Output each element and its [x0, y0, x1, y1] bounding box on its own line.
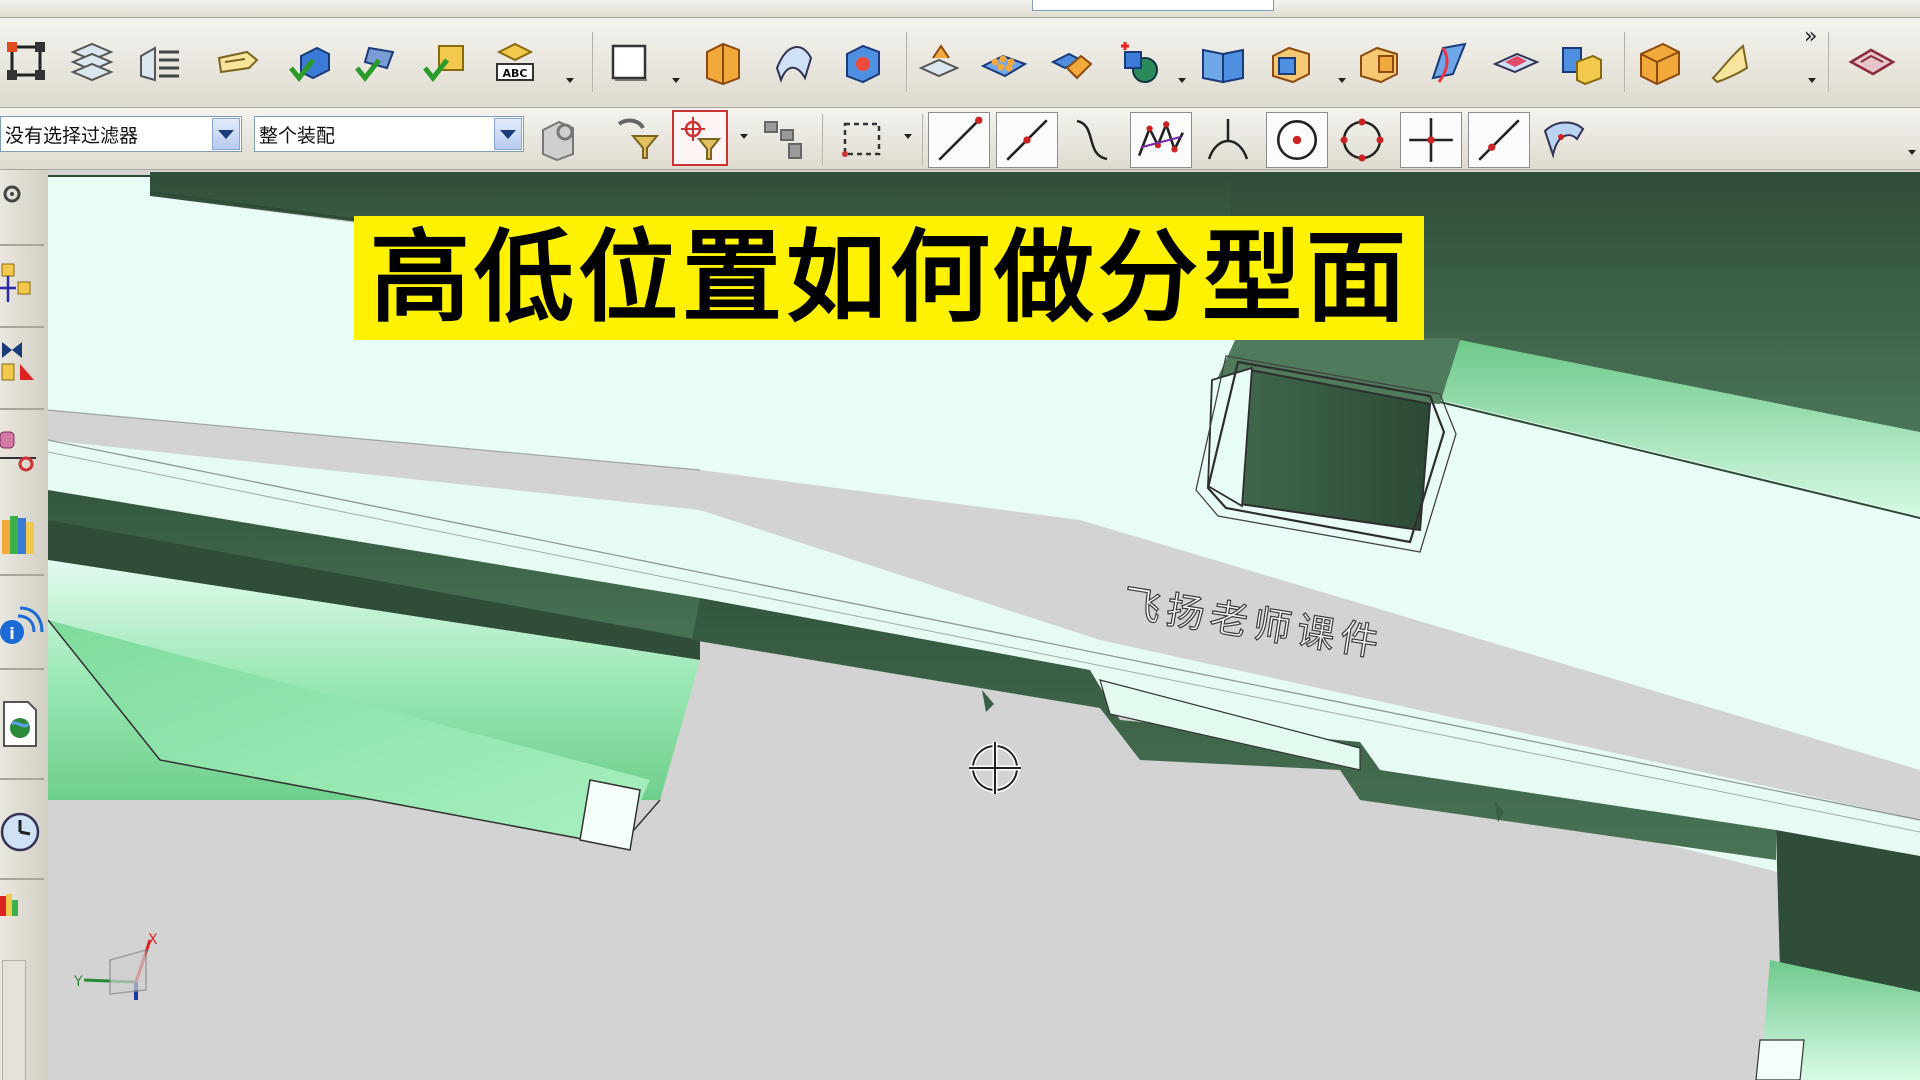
book-view-icon[interactable]	[1198, 37, 1250, 89]
message-tag-icon[interactable]	[212, 37, 264, 89]
point-on-curve-icon[interactable]	[1468, 112, 1530, 168]
rectangle-select-icon[interactable]	[836, 113, 888, 165]
toolbar-separator	[1828, 32, 1830, 92]
dropdown-arrow-icon[interactable]	[566, 78, 574, 83]
tangent-icon[interactable]	[1202, 114, 1254, 166]
svg-text:i: i	[9, 624, 14, 643]
palette-icon[interactable]	[0, 886, 44, 934]
dropdown-arrow-icon[interactable]	[672, 78, 680, 83]
part-navigator-icon[interactable]	[0, 428, 44, 476]
type-filter-combo[interactable]: 没有选择过滤器	[0, 116, 242, 152]
selection-intent-icon[interactable]	[534, 113, 586, 165]
check-face-icon[interactable]	[420, 37, 472, 89]
toolbar-separator	[906, 32, 908, 92]
toolbar-overflow-icon[interactable]: »	[1804, 24, 1817, 49]
intersection-icon[interactable]	[1130, 112, 1192, 168]
bar-scroll-strip[interactable]	[2, 960, 26, 1080]
annotation-abc-icon[interactable]: ABC	[490, 37, 542, 89]
standard-toolbar: ABC »	[0, 18, 1920, 108]
axis-x-label: X	[148, 932, 158, 948]
check-geometry-icon[interactable]	[352, 37, 404, 89]
quadrant-icon[interactable]	[1336, 114, 1388, 166]
control-point-icon[interactable]	[1066, 114, 1118, 166]
top-combo-box[interactable]	[1032, 0, 1274, 11]
settings-icon[interactable]	[0, 176, 44, 224]
dropdown-arrow-icon[interactable]	[1338, 78, 1346, 83]
bar-divider	[0, 408, 44, 410]
patch-surface-icon[interactable]	[1846, 37, 1898, 89]
combine-body-icon[interactable]	[1556, 37, 1608, 89]
toolbar-separator	[822, 114, 824, 166]
web-browser-icon[interactable]	[0, 700, 44, 748]
assembly-group-icon[interactable]	[758, 113, 810, 165]
layer-settings-icon[interactable]	[66, 37, 118, 89]
dropdown-arrow-icon[interactable]	[1808, 78, 1816, 83]
insert-primitive-icon[interactable]	[1114, 37, 1166, 89]
type-filter-value: 没有选择过滤器	[5, 124, 139, 147]
toolbar-separator	[592, 32, 594, 92]
chevron-down-icon[interactable]	[494, 118, 522, 150]
history-icon[interactable]	[0, 806, 44, 854]
filter-funnel-icon[interactable]	[612, 113, 664, 165]
check-body-icon[interactable]	[286, 37, 338, 89]
dropdown-arrow-icon[interactable]	[904, 134, 912, 139]
bounding-block-icon[interactable]	[696, 37, 748, 89]
bar-divider	[0, 244, 44, 246]
boolean-unite-icon[interactable]	[1046, 37, 1098, 89]
cad-application: ABC » 没有选择过滤器 整个装配 i Y X 高低位置如何做分型面 飞扬老师…	[0, 0, 1920, 1080]
toolbar-separator	[1624, 32, 1626, 92]
assembly-navigator-icon[interactable]	[0, 258, 44, 306]
block-feature-icon[interactable]	[1266, 37, 1318, 89]
sketch-plane-icon[interactable]	[604, 37, 656, 89]
bar-divider	[0, 574, 44, 576]
bounded-plane-icon[interactable]	[1702, 37, 1754, 89]
revolve-surface-icon[interactable]	[768, 37, 820, 89]
pattern-feature-icon[interactable]	[978, 37, 1030, 89]
toolbar-separator	[922, 114, 924, 166]
hd3d-tools-icon[interactable]: i	[0, 602, 44, 650]
snap-point-filter-icon[interactable]	[672, 110, 728, 166]
resource-bar: i	[0, 170, 49, 1080]
dropdown-arrow-icon[interactable]	[740, 134, 748, 139]
dropdown-arrow-icon[interactable]	[1178, 78, 1186, 83]
midpoint-icon[interactable]	[996, 112, 1058, 168]
layer-list-icon[interactable]	[134, 37, 186, 89]
bar-divider	[0, 326, 44, 328]
extract-face-icon[interactable]	[914, 37, 966, 89]
chevron-down-icon[interactable]	[212, 118, 240, 150]
bar-divider	[0, 668, 44, 670]
arc-center-icon[interactable]	[1266, 112, 1328, 168]
box-block-icon[interactable]	[836, 37, 888, 89]
selection-scope-combo[interactable]: 整个装配	[254, 116, 524, 152]
offset-face-icon[interactable]	[1490, 37, 1542, 89]
point-on-face-icon[interactable]	[1538, 114, 1590, 166]
sweep-surface-icon[interactable]	[1422, 37, 1474, 89]
constraint-navigator-icon[interactable]	[0, 338, 44, 386]
make-datum-icon[interactable]	[2, 37, 54, 89]
dropdown-arrow-icon[interactable]	[1908, 150, 1916, 155]
reuse-library-icon[interactable]	[0, 510, 44, 558]
endpoint-icon[interactable]	[928, 112, 990, 168]
block-feature-2-icon[interactable]	[1354, 37, 1406, 89]
solid-block-icon[interactable]	[1634, 37, 1686, 89]
bar-divider	[0, 878, 44, 880]
axis-y-label: Y	[73, 974, 83, 990]
video-title-banner: 高低位置如何做分型面	[354, 216, 1424, 340]
existing-point-icon[interactable]	[1400, 112, 1462, 168]
bar-divider	[0, 778, 44, 780]
svg-text:ABC: ABC	[503, 67, 528, 80]
selection-scope-value: 整个装配	[259, 124, 336, 147]
top-toolbar	[0, 0, 1920, 18]
